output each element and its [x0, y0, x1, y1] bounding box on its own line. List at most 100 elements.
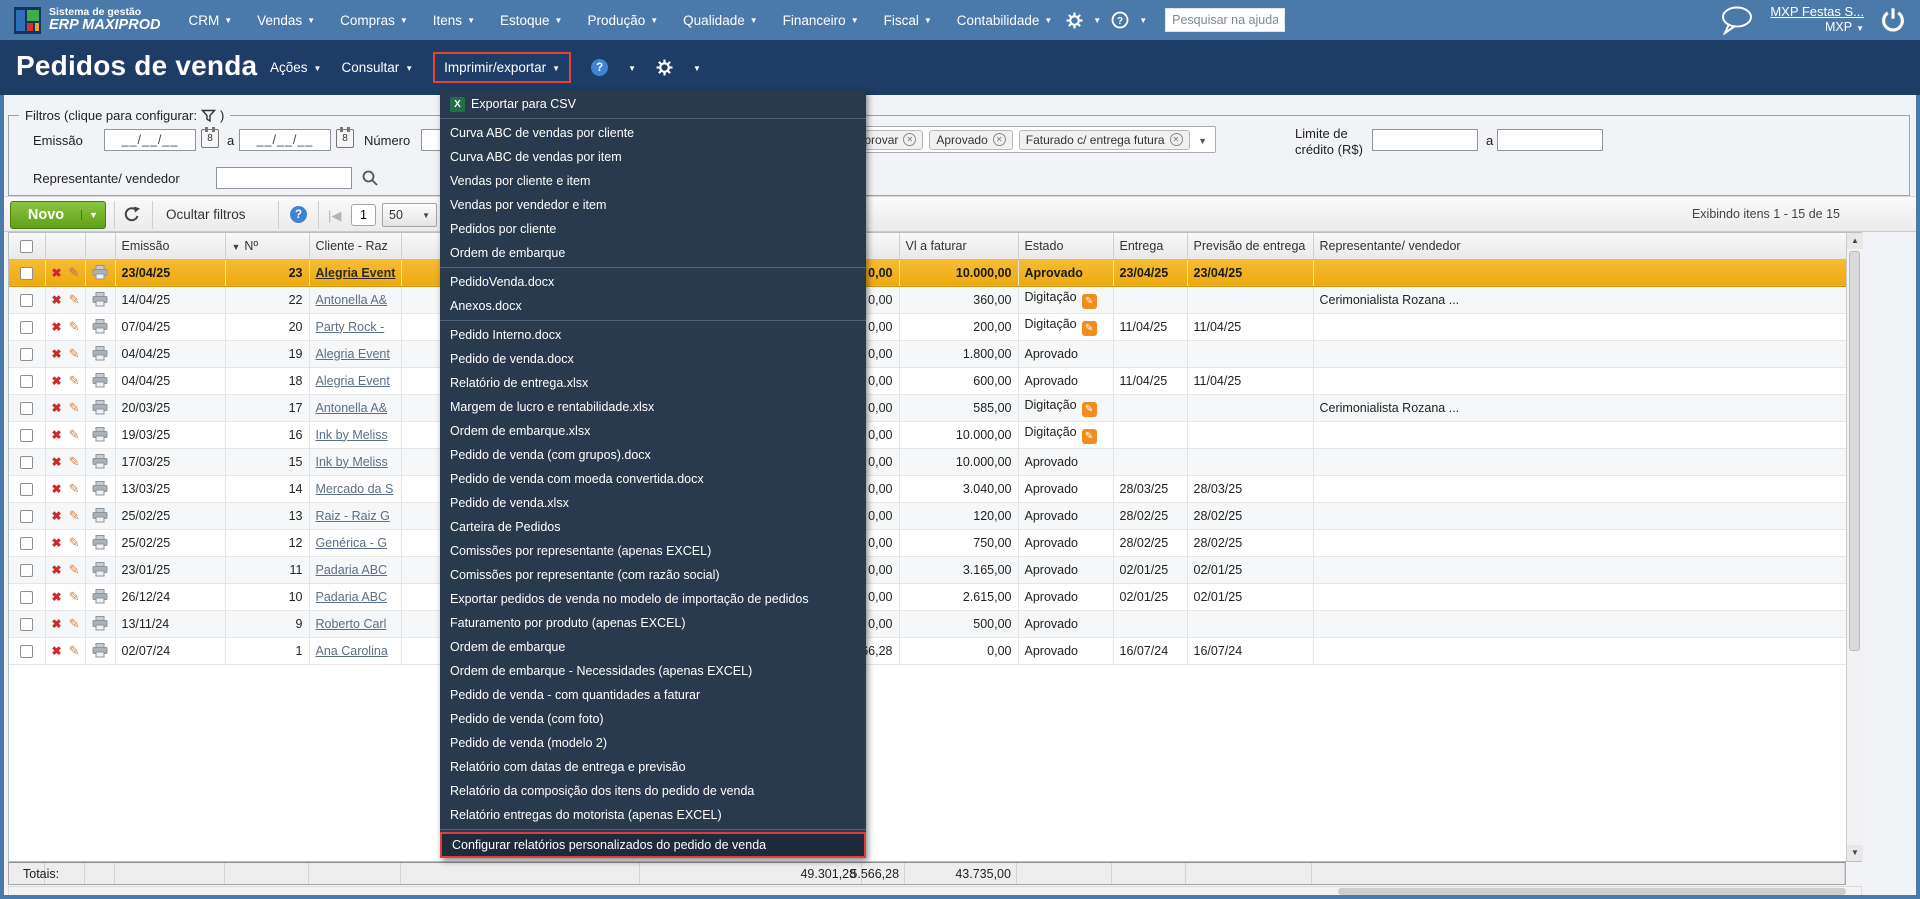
- grid-help-icon[interactable]: ?: [290, 206, 307, 223]
- refresh-icon[interactable]: [122, 205, 142, 225]
- menu-item[interactable]: Pedido de venda (com grupos).docx: [440, 443, 866, 467]
- menu-item[interactable]: Comissões por representante (com razão s…: [440, 563, 866, 587]
- delete-icon[interactable]: ✖: [52, 374, 62, 388]
- print-icon[interactable]: [92, 616, 108, 631]
- vscroll-thumb[interactable]: [1849, 251, 1860, 651]
- header-checkbox[interactable]: [20, 240, 33, 253]
- menu-item-exportar-csv[interactable]: XExportar para CSV: [440, 92, 866, 116]
- page-help-caret-icon[interactable]: ▼: [628, 65, 636, 73]
- print-icon[interactable]: [92, 481, 108, 496]
- chip-remove-icon[interactable]: ✕: [903, 133, 916, 146]
- menu-item[interactable]: Relatório da composição dos itens do ped…: [440, 779, 866, 803]
- menu-item[interactable]: Ordem de embarque: [440, 241, 866, 265]
- digitacao-edit-icon[interactable]: ✎: [1082, 429, 1097, 444]
- cliente-link[interactable]: Party Rock -: [316, 320, 385, 334]
- row-checkbox[interactable]: [20, 402, 33, 415]
- estado-chip[interactable]: Faturado c/ entrega futura✕: [1019, 130, 1190, 150]
- print-icon[interactable]: [92, 319, 108, 334]
- cliente-link[interactable]: Alegria Event: [316, 347, 390, 361]
- menu-consultar[interactable]: Consultar▼: [341, 60, 413, 75]
- edit-pencil-icon[interactable]: ✎: [69, 562, 80, 577]
- cliente-link[interactable]: Roberto Carl: [316, 617, 387, 631]
- edit-pencil-icon[interactable]: ✎: [69, 427, 80, 442]
- app-logo[interactable]: Sistema de gestão ERP MAXIPROD: [14, 7, 160, 34]
- edit-pencil-icon[interactable]: ✎: [69, 400, 80, 415]
- nav-item-itens[interactable]: Itens▼: [433, 13, 475, 28]
- menu-item-configurar-relatorios[interactable]: Configurar relatórios personalizados do …: [440, 832, 866, 858]
- print-icon[interactable]: [92, 292, 108, 307]
- digitacao-edit-icon[interactable]: ✎: [1082, 321, 1097, 336]
- col-estado[interactable]: Estado: [1018, 233, 1113, 259]
- delete-icon[interactable]: ✖: [52, 320, 62, 334]
- col-emissao[interactable]: Emissão: [115, 233, 225, 259]
- cliente-link[interactable]: Alegria Event: [316, 266, 396, 280]
- page-gear-icon[interactable]: [656, 59, 673, 76]
- cliente-link[interactable]: Padaria ABC: [316, 590, 388, 604]
- row-checkbox[interactable]: [20, 348, 33, 361]
- delete-icon[interactable]: ✖: [52, 563, 62, 577]
- cliente-link[interactable]: Antonella A&: [316, 293, 388, 307]
- cliente-link[interactable]: Antonella A&: [316, 401, 388, 415]
- cliente-link[interactable]: Ink by Meliss: [316, 428, 388, 442]
- representante-search-icon[interactable]: [361, 169, 379, 187]
- vertical-scrollbar[interactable]: ▲ ▼: [1846, 233, 1862, 861]
- print-icon[interactable]: [92, 508, 108, 523]
- gear-caret-icon[interactable]: ▼: [1093, 17, 1101, 25]
- menu-item[interactable]: Faturamento por produto (apenas EXCEL): [440, 611, 866, 635]
- estado-caret-icon[interactable]: ▼: [1198, 136, 1207, 146]
- emissao-from-input[interactable]: [104, 129, 196, 151]
- logout-power-icon[interactable]: [1880, 7, 1906, 33]
- cliente-link[interactable]: Mercado da S: [316, 482, 394, 496]
- novo-dropdown-icon[interactable]: ▼: [81, 210, 105, 220]
- delete-icon[interactable]: ✖: [52, 617, 62, 631]
- menu-item[interactable]: Pedido de venda (com foto): [440, 707, 866, 731]
- edit-pencil-icon[interactable]: ✎: [69, 481, 80, 496]
- col-previsao[interactable]: Previsão de entrega: [1187, 233, 1313, 259]
- delete-icon[interactable]: ✖: [52, 644, 62, 658]
- limite-from-input[interactable]: [1372, 129, 1478, 151]
- menu-item[interactable]: Pedidos por cliente: [440, 217, 866, 241]
- cliente-link[interactable]: Padaria ABC: [316, 563, 388, 577]
- emissao-to-calendar-icon[interactable]: 8: [336, 129, 354, 148]
- row-checkbox[interactable]: [20, 510, 33, 523]
- menu-imprimir-exportar[interactable]: Imprimir/exportar▼: [433, 52, 571, 83]
- page-number-input[interactable]: [351, 204, 376, 226]
- chat-icon[interactable]: [1720, 5, 1754, 35]
- menu-item[interactable]: Exportar pedidos de venda no modelo de i…: [440, 587, 866, 611]
- row-checkbox[interactable]: [20, 564, 33, 577]
- hscroll-thumb[interactable]: [1338, 888, 1846, 895]
- menu-item[interactable]: Vendas por cliente e item: [440, 169, 866, 193]
- row-checkbox[interactable]: [20, 591, 33, 604]
- edit-pencil-icon[interactable]: ✎: [69, 292, 80, 307]
- help-icon[interactable]: ?: [1111, 11, 1129, 29]
- pager-first-button[interactable]: |◀: [328, 208, 341, 224]
- nav-item-vendas[interactable]: Vendas▼: [257, 13, 315, 28]
- chip-remove-icon[interactable]: ✕: [1170, 133, 1183, 146]
- ocultar-filtros-button[interactable]: Ocultar filtros: [166, 207, 246, 222]
- row-checkbox[interactable]: [20, 618, 33, 631]
- menu-item[interactable]: Pedido de venda.docx: [440, 347, 866, 371]
- row-checkbox[interactable]: [20, 645, 33, 658]
- menu-item[interactable]: Vendas por vendedor e item: [440, 193, 866, 217]
- estado-chip[interactable]: Aprovado✕: [929, 130, 1012, 150]
- edit-pencil-icon[interactable]: ✎: [69, 643, 80, 658]
- row-checkbox[interactable]: [20, 456, 33, 469]
- print-icon[interactable]: [92, 427, 108, 442]
- delete-icon[interactable]: ✖: [52, 266, 62, 280]
- delete-icon[interactable]: ✖: [52, 509, 62, 523]
- menu-item[interactable]: Margem de lucro e rentabilidade.xlsx: [440, 395, 866, 419]
- col-numero[interactable]: ▼Nº: [225, 233, 309, 259]
- delete-icon[interactable]: ✖: [52, 293, 62, 307]
- page-gear-caret-icon[interactable]: ▼: [693, 65, 701, 73]
- nav-item-estoque[interactable]: Estoque▼: [500, 13, 562, 28]
- company-selector[interactable]: MXP▼: [1770, 20, 1864, 36]
- edit-pencil-icon[interactable]: ✎: [69, 346, 80, 361]
- row-checkbox[interactable]: [20, 537, 33, 550]
- account-link[interactable]: MXP Festas S...: [1770, 4, 1864, 20]
- delete-icon[interactable]: ✖: [52, 428, 62, 442]
- edit-pencil-icon[interactable]: ✎: [69, 319, 80, 334]
- digitacao-edit-icon[interactable]: ✎: [1082, 402, 1097, 417]
- page-help-icon[interactable]: ?: [591, 59, 608, 76]
- nav-item-compras[interactable]: Compras▼: [340, 13, 408, 28]
- menu-item[interactable]: Relatório entregas do motorista (apenas …: [440, 803, 866, 827]
